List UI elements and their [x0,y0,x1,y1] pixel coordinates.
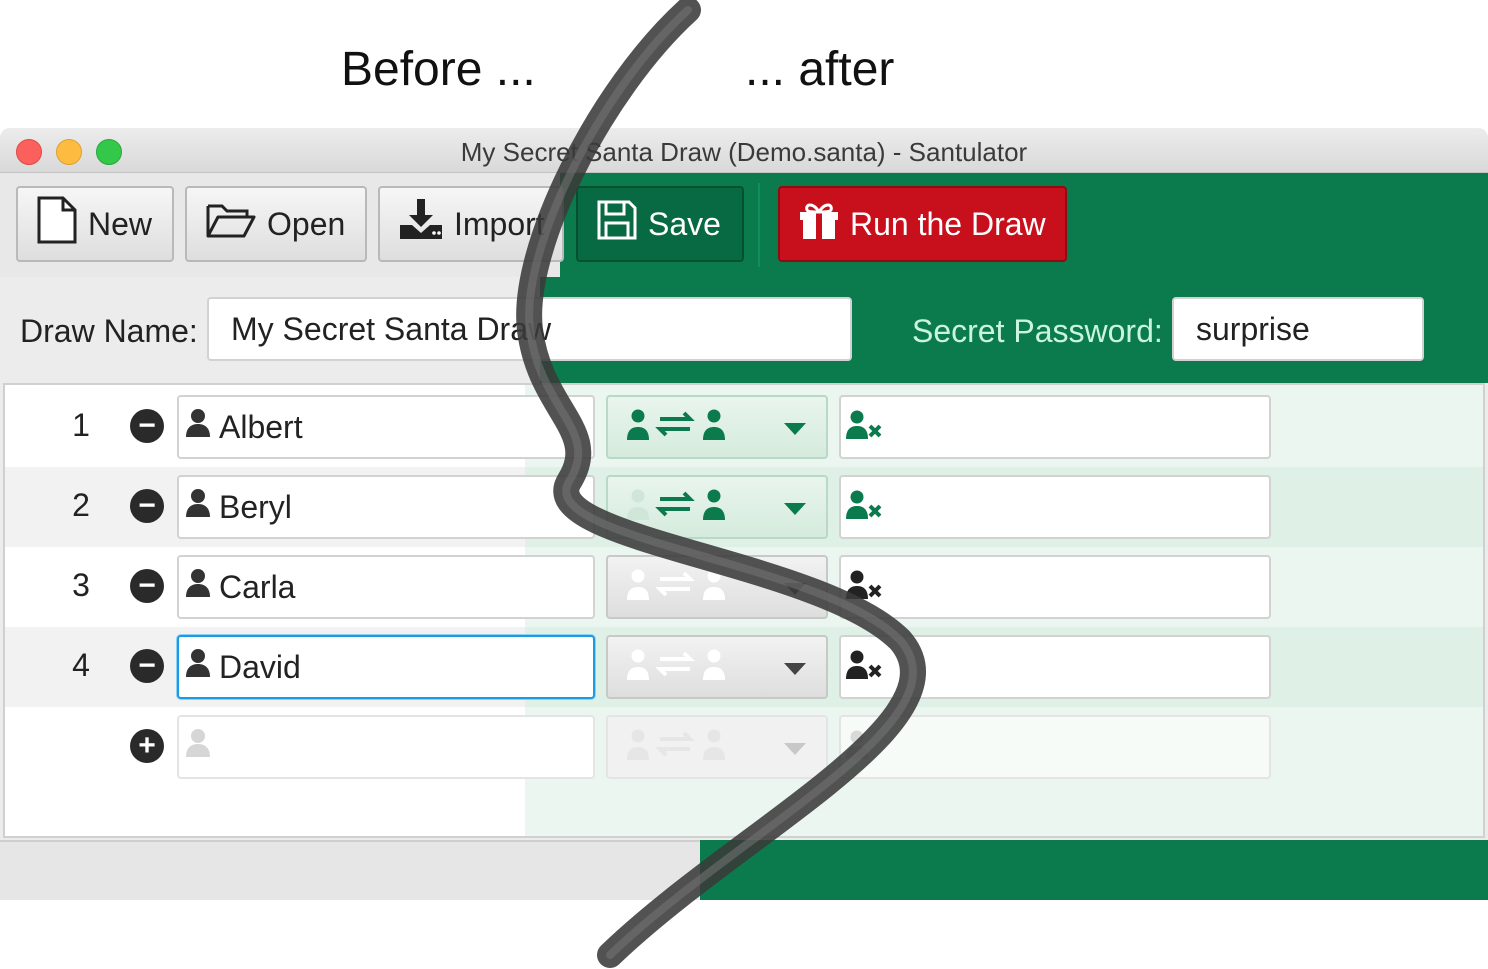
list-item: 4 − David [5,627,1483,707]
run-draw-button[interactable]: Run the Draw [778,186,1067,262]
exclusions-field [839,715,1271,779]
new-file-icon [36,196,78,252]
draw-name-label: Draw Name: [20,313,198,349]
swap-icon [626,729,736,766]
person-icon [185,488,211,526]
add-icon[interactable]: + [130,729,164,763]
new-button[interactable]: New [16,186,174,262]
import-button[interactable]: Import [378,186,564,262]
person-icon [185,728,211,766]
participant-name: Beryl [219,488,292,525]
open-folder-icon [205,200,257,248]
chevron-down-icon [784,583,806,595]
swap-icon [626,649,736,686]
remove-icon[interactable]: − [130,649,164,683]
caption-after: ... after [745,43,895,96]
draw-settings: Draw Name: My Secret Santa Draw Secret P… [0,277,1488,383]
open-button[interactable]: Open [185,186,367,262]
remove-icon[interactable]: − [130,409,164,443]
draw-name-field[interactable]: My Secret Santa Draw [207,297,852,361]
person-icon [185,648,211,686]
chevron-down-icon [784,663,806,675]
exclusions-field[interactable] [839,555,1271,619]
new-button-label: New [88,205,153,242]
list-item: 3 − Carla [5,547,1483,627]
password-field[interactable]: surprise [1172,297,1424,361]
participant-number: 2 [72,487,90,523]
password-label: Secret Password: [912,313,1163,349]
participant-list: 1 − Albert 2 − Beryl 3 − Carla 4 − David… [3,383,1485,838]
import-button-label: Import [454,205,545,242]
exclusions-field[interactable] [839,635,1271,699]
title-bar: My Secret Santa Draw (Demo.santa) - Sant… [0,128,1488,173]
person-icon [185,408,211,446]
exclusions-field[interactable] [839,395,1271,459]
participant-name-field[interactable]: David [177,635,595,699]
chevron-down-icon [784,503,806,515]
participant-name-field[interactable]: Albert [177,395,595,459]
new-participant-field[interactable] [177,715,595,779]
save-button-label: Save [648,205,721,242]
participant-number: 4 [72,647,90,683]
participant-name: David [219,648,301,685]
chevron-down-icon [784,743,806,755]
remove-icon[interactable]: − [130,569,164,603]
add-participant-row: + [5,707,1483,787]
list-item: 1 − Albert [5,387,1483,467]
swap-icon [626,569,736,606]
swap-icon [626,489,736,526]
app-window: My Secret Santa Draw (Demo.santa) - Sant… [0,128,1488,900]
swap-icon [626,409,736,446]
list-item: 2 − Beryl [5,467,1483,547]
toolbar-separator [758,183,760,267]
participant-name: Carla [219,568,296,605]
participant-number: 1 [72,407,90,443]
participant-name-field[interactable]: Carla [177,555,595,619]
remove-icon[interactable]: − [130,489,164,523]
exclusions-field[interactable] [839,475,1271,539]
relation-dropdown[interactable] [606,475,828,539]
person-exclude-icon [845,490,885,525]
window-title: My Secret Santa Draw (Demo.santa) - Sant… [460,137,1028,167]
person-icon [185,568,211,606]
run-draw-button-label: Run the Draw [850,205,1046,242]
person-exclude-icon [845,650,885,685]
save-button[interactable]: Save [576,186,744,262]
participant-number: 3 [72,567,90,603]
person-exclude-icon [845,410,885,445]
import-icon [398,199,444,249]
relation-dropdown[interactable] [606,555,828,619]
participant-name: Albert [219,408,303,445]
save-icon [596,199,638,249]
relation-dropdown[interactable] [606,635,828,699]
gift-icon [798,200,840,248]
person-exclude-icon [845,730,885,765]
participant-name-field[interactable]: Beryl [177,475,595,539]
person-exclude-icon [845,570,885,605]
relation-dropdown[interactable] [606,395,828,459]
caption-before: Before ... [341,43,536,96]
status-bar [0,840,1488,900]
open-button-label: Open [267,205,346,242]
chevron-down-icon [784,423,806,435]
toolbar: New Open Import Save Run the Draw [0,173,1488,279]
relation-dropdown [606,715,828,779]
